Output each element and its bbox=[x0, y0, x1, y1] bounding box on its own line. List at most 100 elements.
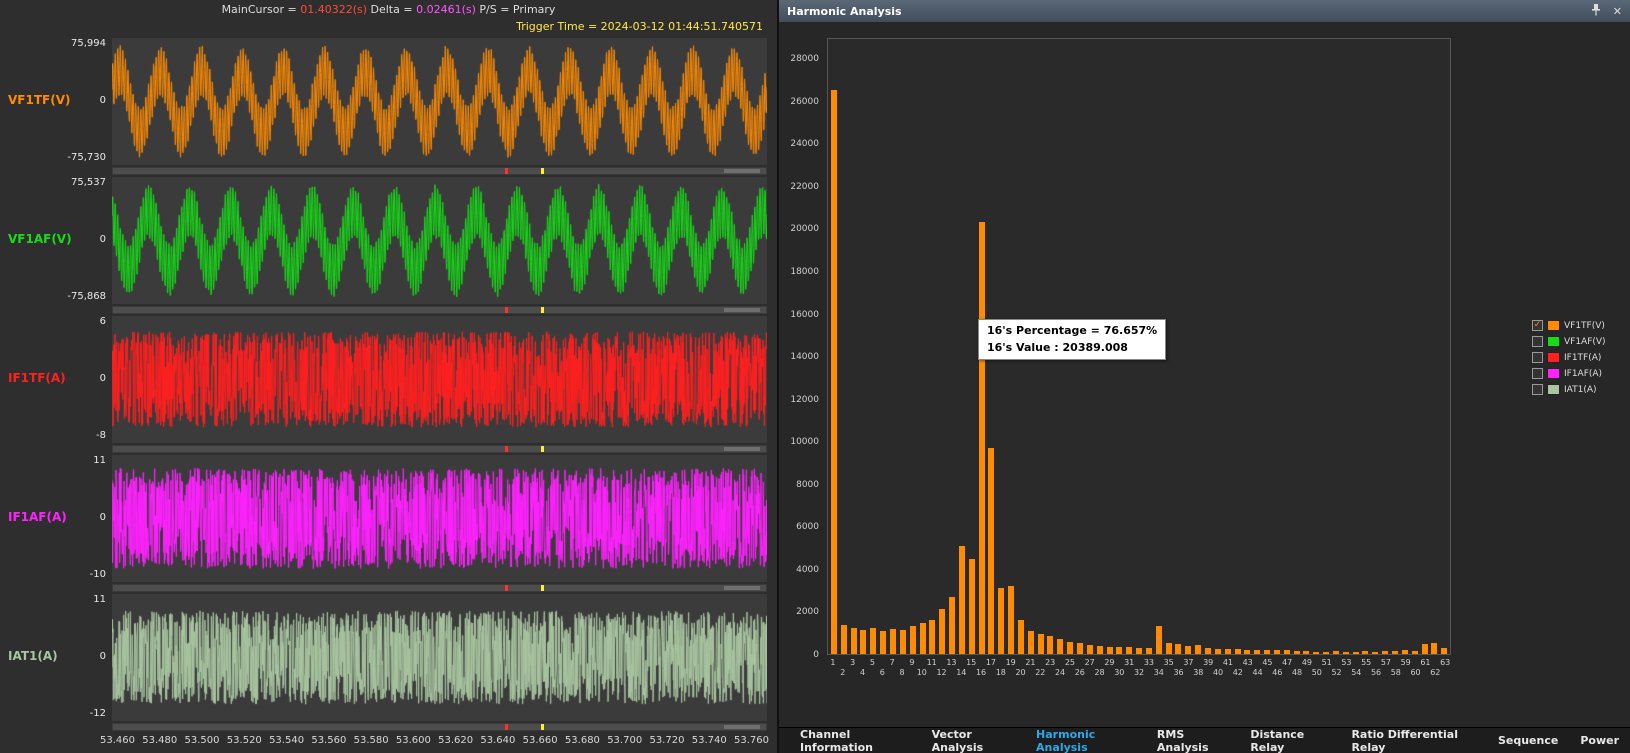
harmonic-bar[interactable] bbox=[929, 620, 935, 654]
harmonic-bar[interactable] bbox=[870, 628, 876, 655]
harmonic-bar[interactable] bbox=[1333, 651, 1339, 654]
tab-power[interactable]: Power bbox=[1569, 734, 1630, 747]
harmonic-bar[interactable] bbox=[1225, 649, 1231, 654]
harmonic-chart[interactable]: 16's Percentage = 76.657% 16's Value : 2… bbox=[827, 38, 1451, 655]
harmonic-bar[interactable] bbox=[841, 625, 847, 654]
harmonic-bar[interactable] bbox=[1303, 651, 1309, 654]
harmonic-bar[interactable] bbox=[1067, 642, 1073, 654]
harmonic-bar[interactable] bbox=[1156, 626, 1162, 654]
harmonic-bar[interactable] bbox=[1244, 650, 1250, 654]
harmonic-bar[interactable] bbox=[949, 597, 955, 654]
cursor-marker-yellow[interactable] bbox=[541, 168, 544, 174]
harmonic-bar[interactable] bbox=[1274, 650, 1280, 654]
legend-checkbox[interactable] bbox=[1532, 384, 1543, 395]
legend-checkbox[interactable] bbox=[1532, 336, 1543, 347]
harmonic-bar[interactable] bbox=[1057, 639, 1063, 654]
tab-harmonic-analysis[interactable]: Harmonic Analysis bbox=[1025, 728, 1146, 753]
harmonic-bar[interactable] bbox=[1402, 650, 1408, 654]
harmonic-bar[interactable] bbox=[1077, 643, 1083, 654]
harmonic-bar[interactable] bbox=[1146, 648, 1152, 654]
harmonic-bar[interactable] bbox=[1254, 650, 1260, 654]
scrollbar-thumb[interactable] bbox=[724, 447, 760, 451]
harmonic-bar[interactable] bbox=[880, 631, 886, 654]
cursor-marker-red[interactable] bbox=[505, 168, 508, 174]
harmonic-bar[interactable] bbox=[1353, 652, 1359, 654]
harmonic-bar[interactable] bbox=[1392, 651, 1398, 654]
pin-icon[interactable] bbox=[1591, 4, 1601, 18]
harmonic-bar[interactable] bbox=[1313, 652, 1319, 654]
tab-ratio-differential-relay[interactable]: Ratio Differential Relay bbox=[1340, 728, 1487, 753]
harmonic-bar[interactable] bbox=[1441, 648, 1447, 654]
harmonic-bar[interactable] bbox=[851, 628, 857, 655]
scrollbar-thumb[interactable] bbox=[724, 308, 760, 312]
tab-rms-analysis[interactable]: RMS Analysis bbox=[1146, 728, 1239, 753]
harmonic-bar[interactable] bbox=[939, 609, 945, 654]
harmonic-bar[interactable] bbox=[900, 630, 906, 654]
harmonic-bar[interactable] bbox=[1097, 646, 1103, 654]
harmonic-bar[interactable] bbox=[1284, 650, 1290, 654]
tab-channel-information[interactable]: Channel Information bbox=[789, 728, 921, 753]
harmonic-bar[interactable] bbox=[920, 623, 926, 654]
cursor-marker-red[interactable] bbox=[505, 446, 508, 452]
harmonic-bar[interactable] bbox=[1195, 645, 1201, 654]
harmonic-bar[interactable] bbox=[1323, 652, 1329, 654]
harmonic-bar[interactable] bbox=[831, 90, 837, 654]
harmonic-bar[interactable] bbox=[1047, 636, 1053, 654]
harmonic-bar[interactable] bbox=[1362, 651, 1368, 654]
harmonic-bar[interactable] bbox=[1422, 644, 1428, 654]
harmonic-bar[interactable] bbox=[1412, 651, 1418, 654]
channel-scrollbar[interactable] bbox=[112, 306, 767, 314]
cursor-marker-yellow[interactable] bbox=[541, 307, 544, 313]
harmonic-bar[interactable] bbox=[1028, 631, 1034, 654]
harmonic-bar[interactable] bbox=[959, 546, 965, 654]
tab-vector-analysis[interactable]: Vector Analysis bbox=[921, 728, 1025, 753]
harmonic-bar[interactable] bbox=[890, 629, 896, 654]
harmonic-bar[interactable] bbox=[860, 630, 866, 654]
harmonic-bar[interactable] bbox=[1264, 650, 1270, 654]
scrollbar-thumb[interactable] bbox=[724, 725, 760, 729]
harmonic-bar[interactable] bbox=[1372, 652, 1378, 654]
cursor-marker-red[interactable] bbox=[505, 307, 508, 313]
cursor-marker-yellow[interactable] bbox=[541, 446, 544, 452]
cursor-marker-yellow[interactable] bbox=[541, 585, 544, 591]
harmonic-bar[interactable] bbox=[1126, 647, 1132, 654]
waveform-plot[interactable] bbox=[112, 316, 767, 443]
legend-checkbox[interactable]: ✓ bbox=[1532, 320, 1543, 331]
harmonic-bar[interactable] bbox=[1107, 647, 1113, 654]
harmonic-bar[interactable] bbox=[979, 222, 985, 654]
harmonic-bar[interactable] bbox=[969, 559, 975, 654]
waveform-plot[interactable] bbox=[112, 455, 767, 582]
harmonic-bar[interactable] bbox=[1205, 648, 1211, 654]
harmonic-bar[interactable] bbox=[1382, 651, 1388, 654]
waveform-plot[interactable] bbox=[112, 38, 767, 165]
harmonic-bar[interactable] bbox=[1175, 644, 1181, 654]
harmonic-bar[interactable] bbox=[1136, 648, 1142, 654]
panel-titlebar[interactable]: Harmonic Analysis ✕ bbox=[779, 0, 1630, 22]
channel-scrollbar[interactable] bbox=[112, 445, 767, 453]
waveform-plot[interactable] bbox=[112, 177, 767, 304]
tab-sequence[interactable]: Sequence bbox=[1487, 734, 1569, 747]
waveform-plot[interactable] bbox=[112, 594, 767, 721]
tab-distance-relay[interactable]: Distance Relay bbox=[1239, 728, 1340, 753]
legend-checkbox[interactable] bbox=[1532, 352, 1543, 363]
close-icon[interactable]: ✕ bbox=[1613, 6, 1622, 17]
harmonic-bar[interactable] bbox=[1343, 652, 1349, 654]
cursor-marker-red[interactable] bbox=[505, 585, 508, 591]
harmonic-bar[interactable] bbox=[1008, 586, 1014, 654]
harmonic-bar[interactable] bbox=[1116, 647, 1122, 654]
cursor-marker-yellow[interactable] bbox=[541, 724, 544, 730]
channel-scrollbar[interactable] bbox=[112, 723, 767, 731]
cursor-marker-red[interactable] bbox=[505, 724, 508, 730]
harmonic-bar[interactable] bbox=[1431, 643, 1437, 654]
harmonic-bar[interactable] bbox=[998, 588, 1004, 654]
channel-scrollbar[interactable] bbox=[112, 167, 767, 175]
harmonic-bar[interactable] bbox=[1294, 651, 1300, 654]
harmonic-bar[interactable] bbox=[1166, 643, 1172, 654]
harmonic-bar[interactable] bbox=[1087, 645, 1093, 654]
harmonic-bar[interactable] bbox=[988, 448, 994, 654]
harmonic-bar[interactable] bbox=[1215, 649, 1221, 655]
legend-checkbox[interactable] bbox=[1532, 368, 1543, 379]
scrollbar-thumb[interactable] bbox=[724, 169, 760, 173]
harmonic-bar[interactable] bbox=[1185, 646, 1191, 654]
harmonic-bar[interactable] bbox=[910, 626, 916, 654]
